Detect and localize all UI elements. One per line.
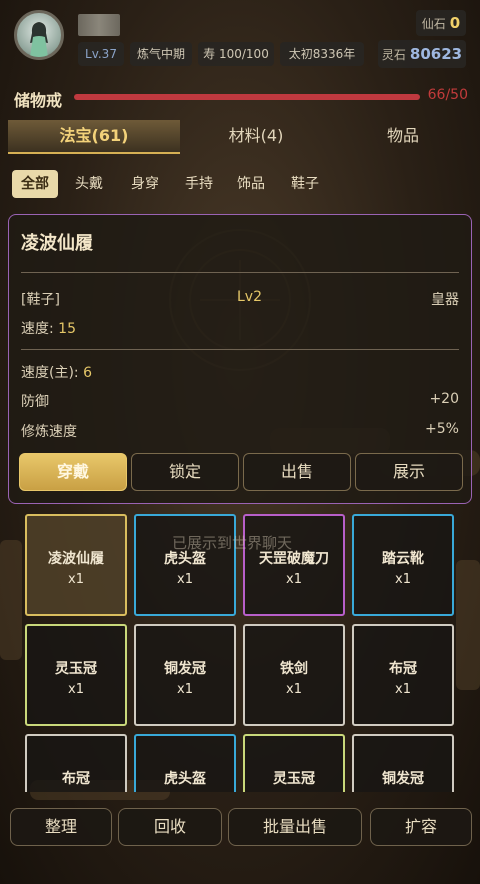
inventory-slot[interactable]: 布冠 (25, 734, 127, 792)
player-realm: 炼气中期 (130, 42, 192, 66)
recycle-button[interactable]: 回收 (118, 808, 222, 846)
item-name: 凌波仙履 (21, 233, 93, 254)
inventory-slot[interactable]: 铜发冠 x1 (134, 624, 236, 726)
xianshi-label: 仙石 (421, 17, 446, 31)
inventory-slot[interactable]: 铜发冠 (352, 734, 454, 792)
stat-cultivation-value: +5% (425, 421, 459, 437)
divider (21, 349, 459, 350)
xianshi-currency: 仙石 0 (416, 10, 466, 36)
item-slot-count: x1 (177, 682, 193, 697)
batch-sell-button[interactable]: 批量出售 (228, 808, 362, 846)
item-detail-panel: 凌波仙履 [鞋子] Lv2 皇器 速度: 15 速度(主): 6 防御 +20 … (8, 214, 472, 504)
inventory-slot[interactable]: 灵玉冠 x1 (25, 624, 127, 726)
main-stat-label: 速度(主): (21, 365, 79, 381)
subtab-body[interactable]: 身穿 (122, 170, 168, 198)
item-slot-name: 灵玉冠 (55, 661, 97, 677)
item-main-stat: 速度(主): 6 (21, 362, 92, 382)
player-name-obscured (78, 14, 120, 36)
lock-button[interactable]: 锁定 (131, 453, 239, 491)
item-slot-count: x1 (177, 572, 193, 587)
item-speed-value: 15 (58, 321, 76, 337)
item-slot-name: 灵玉冠 (273, 771, 315, 787)
item-slot-name: 铜发冠 (382, 771, 424, 787)
subtab-all[interactable]: 全部 (12, 170, 58, 198)
item-slot-count: x1 (395, 572, 411, 587)
divider (21, 272, 459, 273)
item-slot-name: 虎头盔 (164, 771, 206, 787)
player-level: Lv.37 (78, 42, 124, 66)
bottom-action-bar: 整理 回收 批量出售 扩容 (0, 800, 480, 884)
subtab-shoes[interactable]: 鞋子 (282, 170, 328, 198)
item-slot-name: 铜发冠 (164, 661, 206, 677)
item-slot-count: x1 (395, 682, 411, 697)
game-era: 太初8336年 (280, 42, 364, 66)
subtab-head[interactable]: 头戴 (66, 170, 112, 198)
item-slot-name: 凌波仙履 (48, 551, 104, 567)
item-slot-count: x1 (68, 572, 84, 587)
tab-fabao[interactable]: 法宝(61) (8, 120, 180, 154)
item-speed-label: 速度: (21, 321, 54, 337)
inventory-slot[interactable]: 凌波仙履 x1 (25, 514, 127, 616)
stat-defense-label: 防御 (21, 394, 49, 410)
lingshi-currency: 灵石 80623 (378, 40, 466, 68)
tab-materials[interactable]: 材料(4) (196, 120, 316, 152)
item-slot-count: x1 (286, 572, 302, 587)
player-avatar[interactable] (14, 10, 64, 60)
stat-defense-value: +20 (429, 391, 459, 407)
inventory-slot[interactable]: 虎头盔 (134, 734, 236, 792)
category-tabs: 法宝(61) 材料(4) 物品 (8, 120, 472, 154)
item-speed: 速度: 15 (21, 318, 76, 338)
player-header: Lv.37 炼气中期 寿 100/100 太初8336年 仙石 0 灵石 80623 (0, 0, 480, 78)
lingshi-label: 灵石 (381, 48, 406, 62)
tab-items[interactable]: 物品 (348, 120, 458, 152)
item-slot-name: 踏云靴 (382, 551, 424, 567)
sell-button[interactable]: 出售 (243, 453, 351, 491)
equip-button[interactable]: 穿戴 (19, 453, 127, 491)
inventory-slot[interactable]: 踏云靴 x1 (352, 514, 454, 616)
storage-capacity: 66/50 (427, 87, 468, 103)
stat-cultivation-label: 修炼速度 (21, 424, 77, 440)
item-slot-count: x1 (286, 682, 302, 697)
xianshi-value: 0 (449, 14, 461, 32)
item-level: Lv2 (237, 289, 262, 305)
share-toast: 已展示到世界聊天 (172, 534, 293, 552)
item-slot-name: 布冠 (62, 771, 90, 787)
inventory-slot[interactable]: 虎头盔 x1 (134, 514, 236, 616)
sort-button[interactable]: 整理 (10, 808, 112, 846)
inventory-slot[interactable]: 布冠 x1 (352, 624, 454, 726)
inventory-slot[interactable]: 灵玉冠 (243, 734, 345, 792)
storage-title: 储物戒 (14, 91, 63, 110)
item-slot-name: 布冠 (389, 661, 417, 677)
subtab-accessory[interactable]: 饰品 (228, 170, 274, 198)
item-grade: 皇器 (431, 292, 459, 308)
item-slot-count: x1 (68, 682, 84, 697)
storage-capacity-bar (74, 94, 420, 100)
player-lifespan: 寿 100/100 (198, 42, 274, 66)
item-type: [鞋子] (21, 292, 60, 308)
main-stat-value: 6 (83, 365, 93, 381)
inventory-slot[interactable]: 铁剑 x1 (243, 624, 345, 726)
subtab-hand[interactable]: 手持 (176, 170, 222, 198)
expand-button[interactable]: 扩容 (370, 808, 472, 846)
lingshi-value: 80623 (409, 45, 463, 63)
show-button[interactable]: 展示 (355, 453, 463, 491)
inventory-slot[interactable]: 天罡破魔刀 x1 (243, 514, 345, 616)
item-slot-name: 铁剑 (280, 661, 308, 677)
